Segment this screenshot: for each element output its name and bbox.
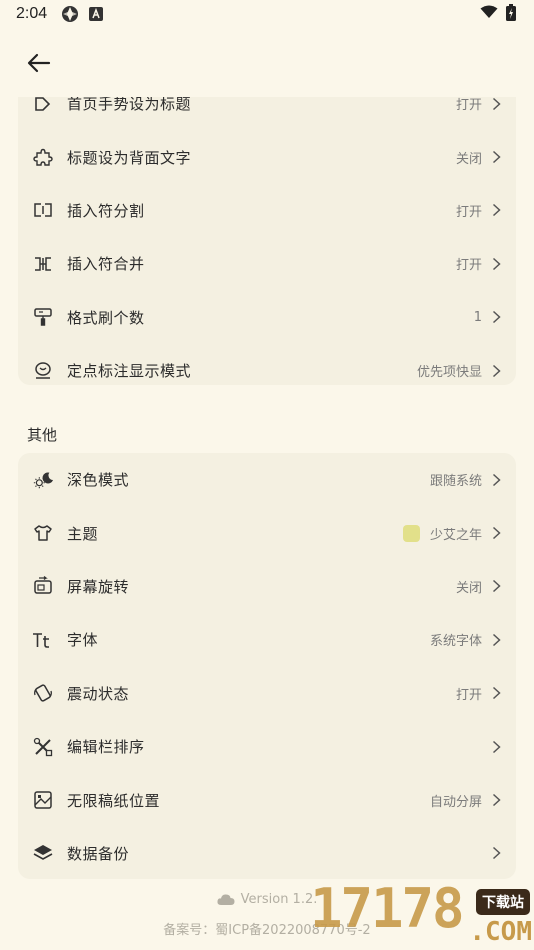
font-icon bbox=[32, 629, 54, 651]
settings-card-editor: 首页手势设为标题 打开 标题设为背面文字 关闭 插入符分割 打开 插入符合并 打… bbox=[18, 97, 516, 385]
setting-label: 震动状态 bbox=[67, 684, 130, 703]
setting-label: 插入符分割 bbox=[67, 201, 145, 220]
chevron-right-icon bbox=[492, 685, 502, 701]
chevron-right-icon bbox=[492, 792, 502, 808]
setting-row-format-brush[interactable]: 格式刷个数 1 bbox=[18, 291, 516, 344]
chevron-right-icon bbox=[492, 149, 502, 165]
chevron-right-icon bbox=[492, 363, 502, 379]
setting-label: 主题 bbox=[67, 524, 99, 543]
status-time: 2:04 bbox=[16, 5, 48, 22]
cloud-logo-icon bbox=[217, 894, 235, 905]
setting-value: 系统字体 bbox=[429, 634, 482, 650]
shirt-icon bbox=[32, 522, 54, 544]
settings-card-other: 深色模式 跟随系统 主题 少艾之年 屏幕旋转 关闭 字体 系统字体 震动状态 打… bbox=[18, 453, 516, 879]
arrow-left-icon bbox=[27, 53, 51, 73]
chevron-right-icon bbox=[492, 578, 502, 594]
chevron-right-icon bbox=[492, 256, 502, 272]
setting-row-caret-split[interactable]: 插入符分割 打开 bbox=[18, 184, 516, 237]
chevron-right-icon bbox=[492, 525, 502, 541]
setting-row-title-back-text[interactable]: 标题设为背面文字 关闭 bbox=[18, 130, 516, 183]
watermark-domain: .COM bbox=[469, 917, 532, 947]
chevron-right-icon bbox=[492, 739, 502, 755]
app-bar bbox=[0, 40, 534, 84]
setting-label: 屏幕旋转 bbox=[67, 577, 130, 596]
setting-row-infinite-canvas[interactable]: 无限稿纸位置 自动分屏 bbox=[18, 773, 516, 826]
battery-icon bbox=[506, 3, 516, 25]
setting-label: 格式刷个数 bbox=[67, 308, 145, 327]
setting-value: 优先项快显 bbox=[416, 365, 482, 381]
status-bar: 2:04 bbox=[0, 0, 534, 28]
setting-label: 数据备份 bbox=[67, 844, 130, 863]
setting-value-wrap: 少艾之年 bbox=[402, 524, 482, 543]
sun-moon-icon bbox=[32, 469, 54, 491]
wifi-icon bbox=[480, 5, 498, 23]
setting-row-pin-display-mode[interactable]: 定点标注显示模式 优先项快显 bbox=[18, 344, 516, 385]
setting-value: 关闭 bbox=[455, 580, 482, 596]
chevron-right-icon bbox=[492, 202, 502, 218]
watermark-digits: 17178 bbox=[310, 877, 465, 940]
setting-row-screen-rotation[interactable]: 屏幕旋转 关闭 bbox=[18, 560, 516, 613]
setting-value: 关闭 bbox=[455, 151, 482, 167]
watermark-badge: 下载站 bbox=[476, 889, 530, 915]
chevron-right-icon bbox=[492, 97, 502, 112]
setting-label: 字体 bbox=[67, 631, 99, 650]
app-notification-icon bbox=[61, 5, 79, 23]
tag-icon bbox=[32, 97, 54, 115]
setting-value: 跟随系统 bbox=[429, 474, 482, 490]
keyboard-notification-icon bbox=[89, 7, 104, 21]
setting-value: 打开 bbox=[455, 98, 482, 114]
chevron-right-icon bbox=[492, 845, 502, 861]
theme-color-swatch bbox=[402, 524, 420, 542]
setting-row-theme[interactable]: 主题 少艾之年 bbox=[18, 506, 516, 559]
setting-row-vibration[interactable]: 震动状态 打开 bbox=[18, 667, 516, 720]
tools-icon bbox=[32, 736, 54, 758]
screen-rotate-icon bbox=[32, 575, 54, 597]
setting-label: 定点标注显示模式 bbox=[67, 362, 192, 381]
setting-value: 打开 bbox=[455, 687, 482, 703]
setting-row-title-gesture[interactable]: 首页手势设为标题 打开 bbox=[18, 97, 516, 130]
vibrate-icon bbox=[32, 682, 54, 704]
chevron-right-icon bbox=[492, 472, 502, 488]
setting-row-caret-merge[interactable]: 插入符合并 打开 bbox=[18, 237, 516, 290]
section-title-other: 其他 bbox=[27, 426, 58, 444]
chevron-right-icon bbox=[492, 309, 502, 325]
site-watermark: 17178 下载站 .COM bbox=[310, 877, 534, 950]
setting-label: 无限稿纸位置 bbox=[67, 791, 161, 810]
canvas-icon bbox=[32, 789, 54, 811]
setting-label: 插入符合并 bbox=[67, 255, 145, 274]
setting-row-data-backup[interactable]: 数据备份 bbox=[18, 827, 516, 879]
setting-label: 标题设为背面文字 bbox=[67, 148, 192, 167]
setting-value: 打开 bbox=[455, 204, 482, 220]
back-button[interactable] bbox=[22, 48, 56, 78]
merge-icon bbox=[32, 253, 54, 275]
setting-label: 编辑栏排序 bbox=[67, 738, 145, 757]
chevron-right-icon bbox=[492, 632, 502, 648]
pin-icon bbox=[32, 360, 54, 382]
settings-scroll[interactable]: 首页手势设为标题 打开 标题设为背面文字 关闭 插入符分割 打开 插入符合并 打… bbox=[0, 97, 534, 950]
setting-row-toolbar-order[interactable]: 编辑栏排序 bbox=[18, 720, 516, 773]
setting-value: 打开 bbox=[455, 258, 482, 274]
format-brush-icon bbox=[32, 306, 54, 328]
setting-label: 首页手势设为标题 bbox=[67, 97, 192, 114]
setting-row-dark-mode[interactable]: 深色模式 跟随系统 bbox=[18, 453, 516, 506]
layers-icon bbox=[32, 842, 54, 864]
setting-row-font[interactable]: 字体 系统字体 bbox=[18, 613, 516, 666]
setting-value: 1 bbox=[473, 309, 482, 325]
setting-value: 少艾之年 bbox=[429, 527, 482, 543]
setting-value: 自动分屏 bbox=[429, 794, 482, 810]
version-text: Version 1.2. bbox=[240, 892, 318, 907]
puzzle-icon bbox=[32, 146, 54, 168]
split-icon bbox=[32, 199, 54, 221]
setting-label: 深色模式 bbox=[67, 471, 130, 490]
